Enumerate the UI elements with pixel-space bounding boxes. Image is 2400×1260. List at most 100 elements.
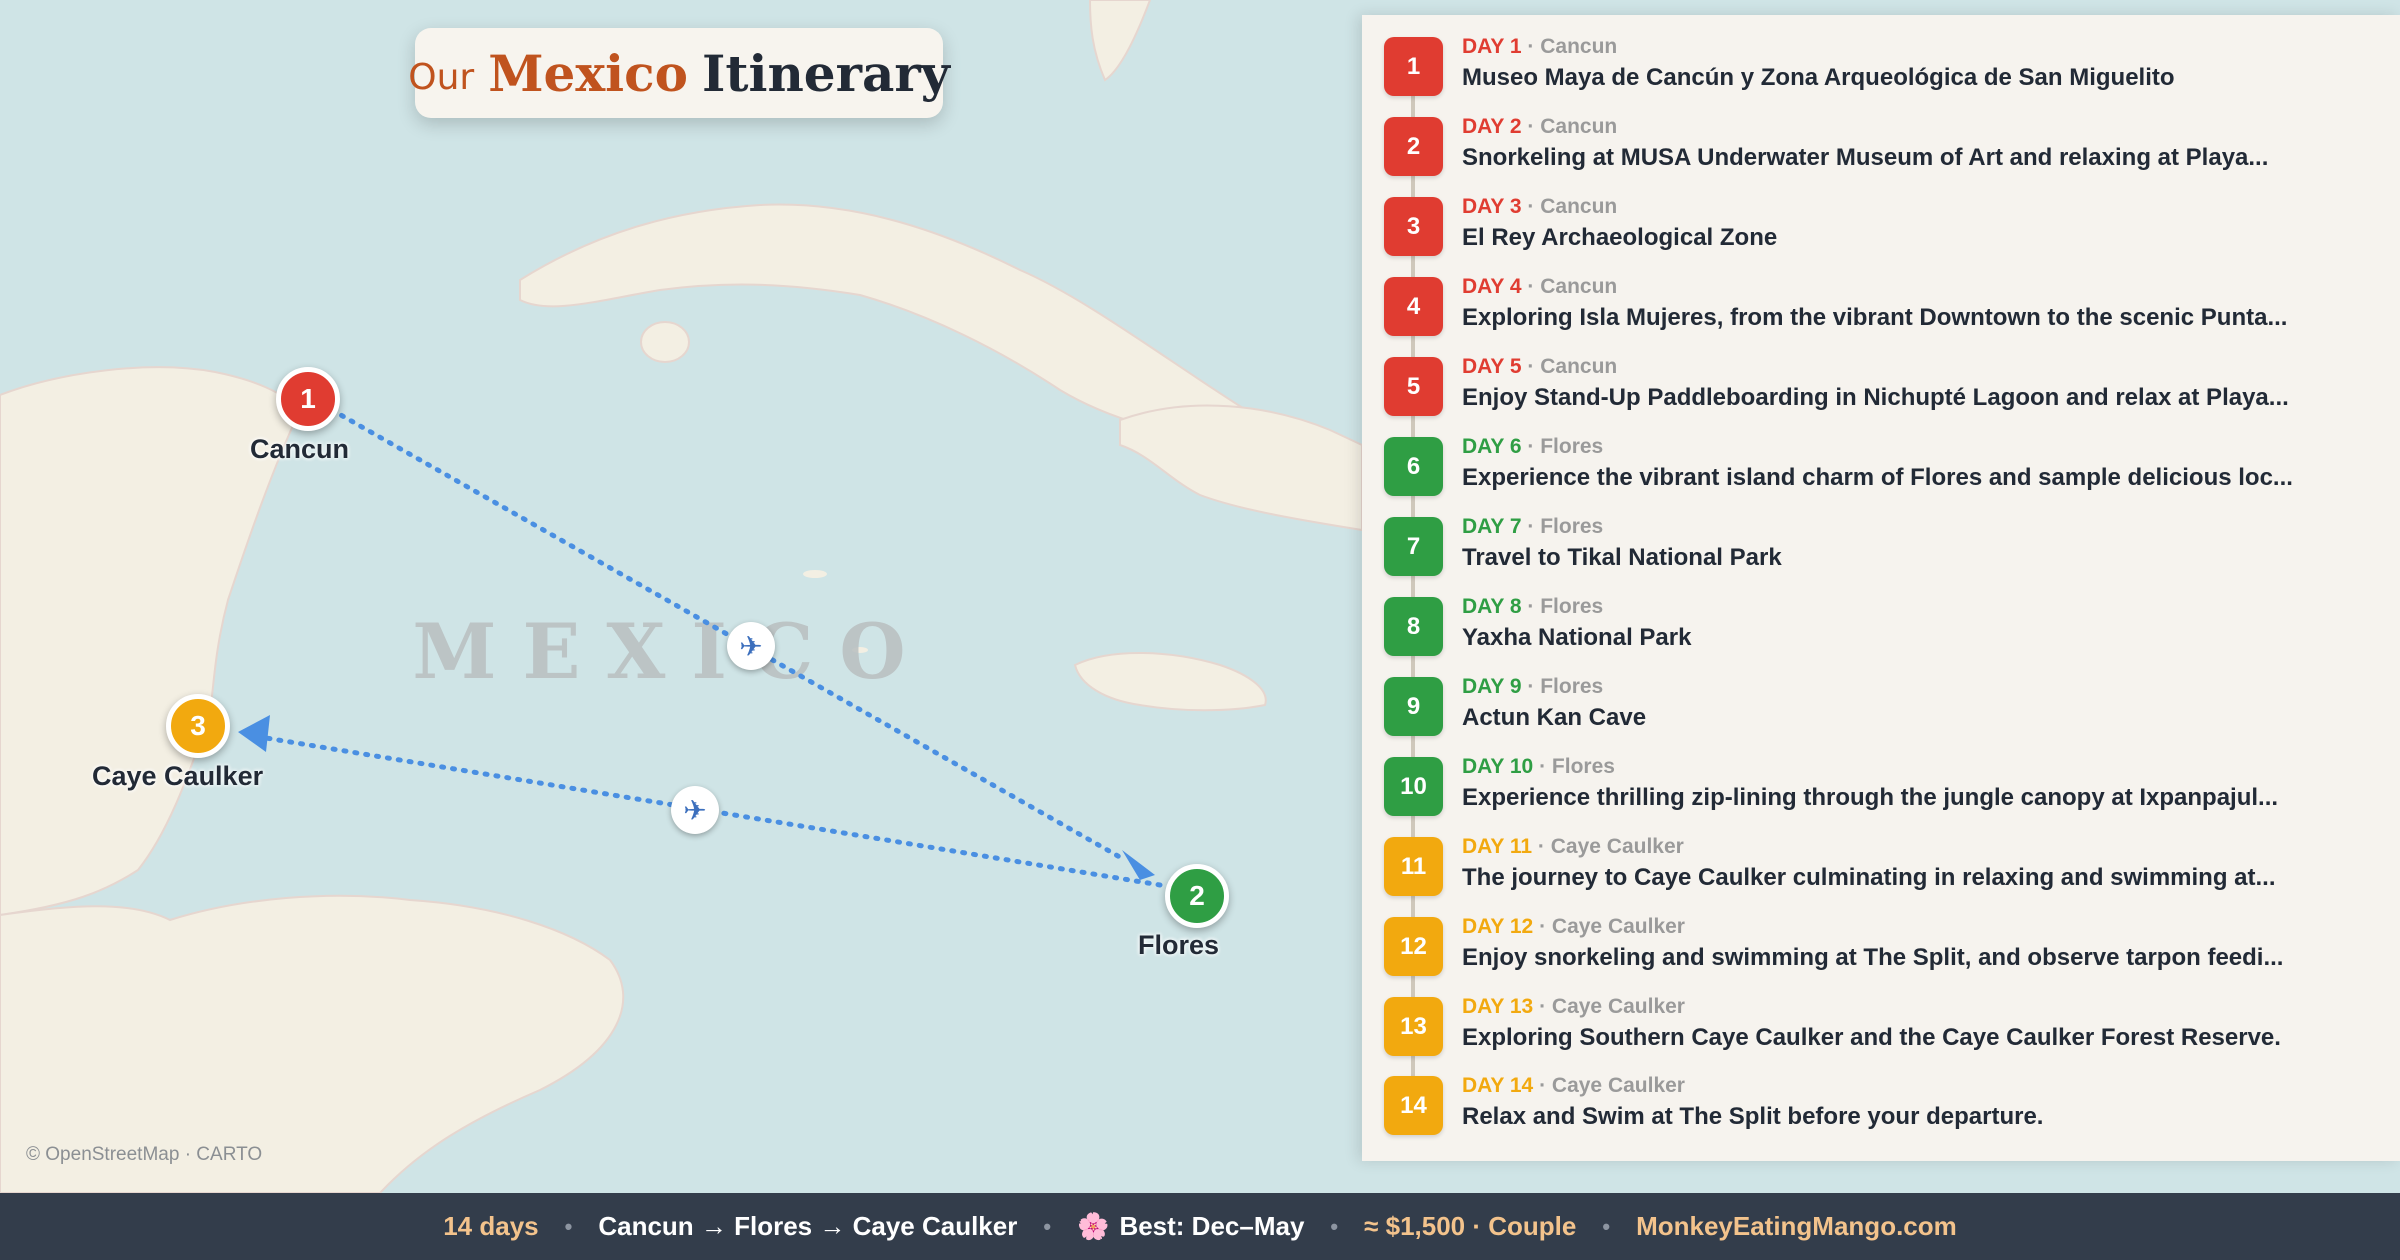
- day-title: Actun Kan Cave: [1462, 704, 1647, 731]
- day-title: The journey to Caye Caulker culminating …: [1462, 864, 2276, 891]
- day-row[interactable]: 2 DAY 2 · Cancun Snorkeling at MUSA Unde…: [1384, 107, 2384, 187]
- day-title: El Rey Archaeological Zone: [1462, 224, 1778, 251]
- day-meta: DAY 14 · Caye Caulker: [1462, 1074, 1685, 1097]
- day-label: DAY 2: [1462, 115, 1522, 138]
- day-label: DAY 8: [1462, 595, 1522, 618]
- airplane-icon: ✈: [671, 786, 719, 834]
- day-label: DAY 13: [1462, 995, 1534, 1018]
- day-badge: 4: [1384, 277, 1443, 336]
- day-location: Cancun: [1540, 115, 1618, 138]
- footer-best-season: Best: Dec–May: [1119, 1211, 1305, 1241]
- marker-label-caye-caulker: Caye Caulker: [92, 761, 264, 791]
- day-meta: DAY 4 · Cancun: [1462, 275, 1618, 298]
- day-label: DAY 14: [1462, 1074, 1534, 1097]
- title-our: Our: [408, 56, 475, 98]
- day-meta: DAY 13 · Caye Caulker: [1462, 995, 1685, 1018]
- day-location: Caye Caulker: [1551, 995, 1685, 1018]
- footer-route: Cancun → Flores → Caye Caulker: [598, 1211, 1018, 1241]
- day-meta: DAY 3 · Cancun: [1462, 195, 1618, 218]
- day-row[interactable]: 5 DAY 5 · Cancun Enjoy Stand-Up Paddlebo…: [1384, 347, 2384, 427]
- day-row[interactable]: 9 DAY 9 · Flores Actun Kan Cave: [1384, 667, 2384, 747]
- footer-separator: •: [1330, 1213, 1339, 1239]
- day-title: Experience thrilling zip-lining through …: [1462, 784, 2279, 811]
- footer-separator: •: [1602, 1213, 1611, 1239]
- day-row[interactable]: 14 DAY 14 · Caye Caulker Relax and Swim …: [1384, 1066, 2384, 1146]
- day-badge: 14: [1384, 1076, 1443, 1135]
- day-location: Caye Caulker: [1551, 1074, 1685, 1097]
- map-marker-flores[interactable]: 2: [1165, 864, 1229, 928]
- day-row[interactable]: 8 DAY 8 · Flores Yaxha National Park: [1384, 587, 2384, 667]
- day-row[interactable]: 7 DAY 7 · Flores Travel to Tikal Nationa…: [1384, 507, 2384, 587]
- day-title: Enjoy Stand-Up Paddleboarding in Nichupt…: [1462, 384, 2289, 411]
- day-label: DAY 6: [1462, 435, 1522, 458]
- day-row[interactable]: 13 DAY 13 · Caye Caulker Exploring South…: [1384, 987, 2384, 1067]
- day-meta: DAY 11 · Caye Caulker: [1462, 835, 1684, 858]
- day-location: Flores: [1551, 755, 1615, 778]
- day-row[interactable]: 12 DAY 12 · Caye Caulker Enjoy snorkelin…: [1384, 907, 2384, 987]
- day-meta: DAY 6 · Flores: [1462, 435, 1604, 458]
- day-badge: 7: [1384, 517, 1443, 576]
- day-row[interactable]: 11 DAY 11 · Caye Caulker The journey to …: [1384, 827, 2384, 907]
- day-badge: 12: [1384, 917, 1443, 976]
- day-label: DAY 12: [1462, 915, 1534, 938]
- day-badge: 10: [1384, 757, 1443, 816]
- map-marker-caye-caulker[interactable]: 3: [166, 694, 230, 758]
- map-marker-cancun[interactable]: 1: [276, 367, 340, 431]
- airplane-icon: ✈: [727, 622, 775, 670]
- day-label: DAY 1: [1462, 35, 1522, 58]
- footer-duration: 14 days: [443, 1211, 539, 1241]
- day-location: Cancun: [1540, 275, 1618, 298]
- day-label: DAY 10: [1462, 755, 1534, 778]
- footer-separator: •: [1043, 1213, 1052, 1239]
- day-badge: 2: [1384, 117, 1443, 176]
- marker-label-cancun: Cancun: [250, 434, 350, 464]
- land-isla-juventud: [640, 321, 690, 363]
- day-badge: 6: [1384, 437, 1443, 496]
- footer-budget: ≈ $1,500 · Couple: [1364, 1211, 1577, 1241]
- day-label: DAY 4: [1462, 275, 1522, 298]
- day-title: Experience the vibrant island charm of F…: [1462, 464, 2293, 491]
- day-title: Exploring Southern Caye Caulker and the …: [1462, 1024, 2281, 1051]
- day-label: DAY 9: [1462, 675, 1522, 698]
- day-title: Enjoy snorkeling and swimming at The Spl…: [1462, 944, 2284, 971]
- day-meta: DAY 12 · Caye Caulker: [1462, 915, 1685, 938]
- day-badge: 8: [1384, 597, 1443, 656]
- day-row[interactable]: 4 DAY 4 · Cancun Exploring Isla Mujeres,…: [1384, 267, 2384, 347]
- day-title: Relax and Swim at The Split before your …: [1462, 1103, 2044, 1130]
- day-badge: 9: [1384, 677, 1443, 736]
- day-row[interactable]: 1 DAY 1 · Cancun Museo Maya de Cancún y …: [1384, 27, 2384, 107]
- day-location: Flores: [1540, 595, 1604, 618]
- day-meta: DAY 2 · Cancun: [1462, 115, 1618, 138]
- day-label: DAY 5: [1462, 355, 1522, 378]
- day-meta: DAY 9 · Flores: [1462, 675, 1604, 698]
- day-label: DAY 7: [1462, 515, 1522, 538]
- day-location: Cancun: [1540, 355, 1618, 378]
- day-location: Cancun: [1540, 195, 1618, 218]
- footer-bar: 14 days • Cancun → Flores → Caye Caulker…: [0, 1193, 2400, 1260]
- day-label: DAY 3: [1462, 195, 1522, 218]
- day-badge: 5: [1384, 357, 1443, 416]
- day-title: Yaxha National Park: [1462, 624, 1692, 651]
- day-meta: DAY 7 · Flores: [1462, 515, 1604, 538]
- title-itinerary: Itinerary: [701, 43, 950, 103]
- day-meta: DAY 1 · Cancun: [1462, 35, 1618, 58]
- day-label: DAY 11: [1462, 835, 1533, 858]
- day-location: Caye Caulker: [1550, 835, 1684, 858]
- day-badge: 13: [1384, 997, 1443, 1056]
- day-badge: 1: [1384, 37, 1443, 96]
- day-title: Travel to Tikal National Park: [1462, 544, 1782, 571]
- day-location: Flores: [1540, 515, 1604, 538]
- footer-separator: •: [564, 1213, 573, 1239]
- day-location: Flores: [1540, 435, 1604, 458]
- day-title: Museo Maya de Cancún y Zona Arqueológica…: [1462, 64, 2175, 91]
- map-attribution: © OpenStreetMap · CARTO: [26, 1144, 263, 1165]
- day-row[interactable]: 10 DAY 10 · Flores Experience thrilling …: [1384, 747, 2384, 827]
- footer-site-link[interactable]: MonkeyEatingMango.com: [1636, 1211, 1957, 1242]
- day-location: Cancun: [1540, 35, 1618, 58]
- day-row[interactable]: 3 DAY 3 · Cancun El Rey Archaeological Z…: [1384, 187, 2384, 267]
- marker-label-flores: Flores: [1138, 930, 1220, 960]
- day-row[interactable]: 6 DAY 6 · Flores Experience the vibrant …: [1384, 427, 2384, 507]
- day-badge: 11: [1384, 837, 1443, 896]
- title-mexico: Mexico: [488, 43, 688, 103]
- day-meta: DAY 5 · Cancun: [1462, 355, 1618, 378]
